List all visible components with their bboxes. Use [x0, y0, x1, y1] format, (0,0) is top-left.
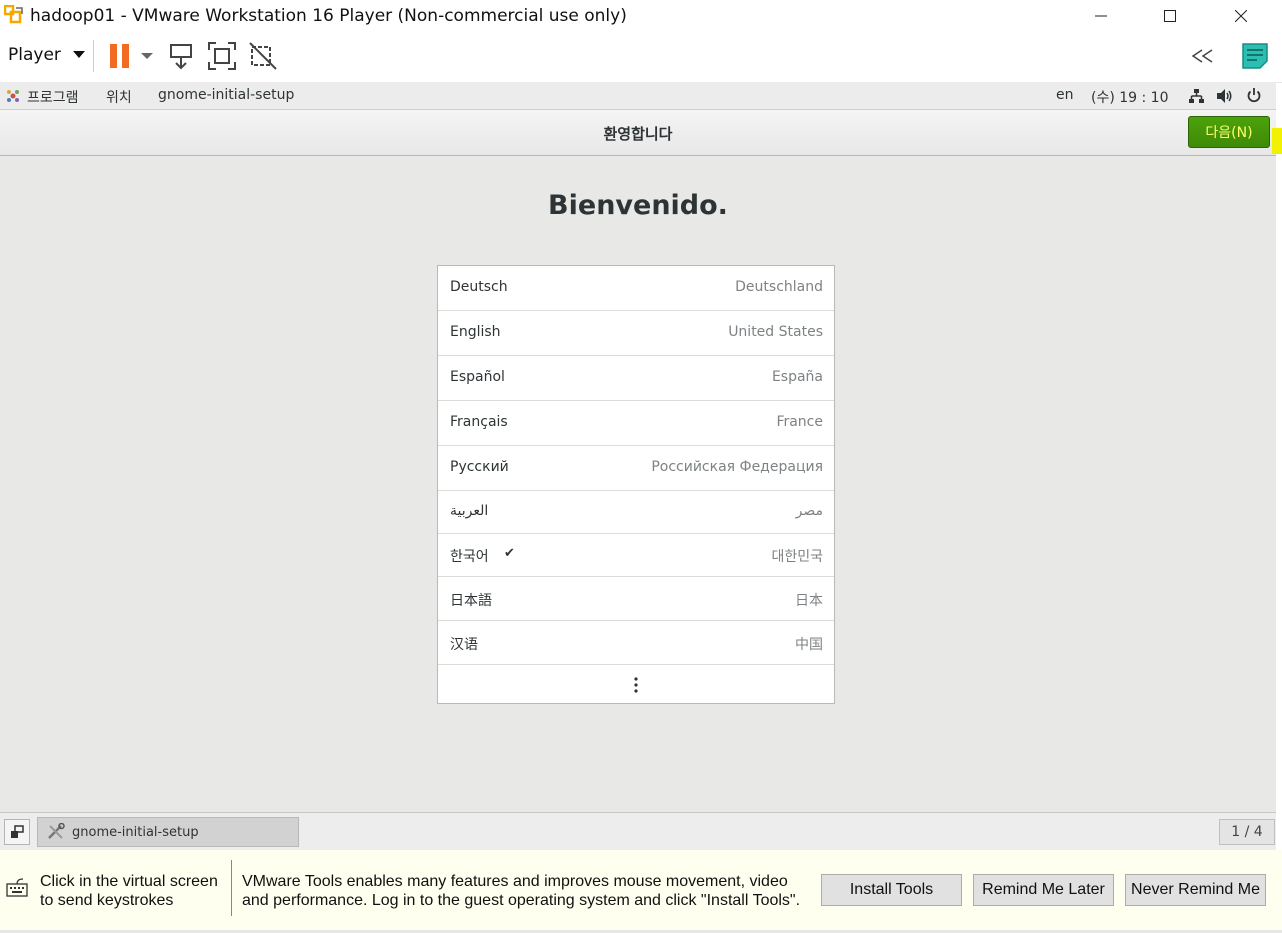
window-titlebar: hadoop01 - VMware Workstation 16 Player …: [0, 0, 1282, 32]
close-icon: [1235, 10, 1247, 22]
full-screen-icon[interactable]: [207, 41, 237, 71]
highlight-marker: [1272, 128, 1282, 154]
language-name: Español: [450, 369, 505, 385]
language-region: España: [771, 369, 823, 385]
dropdown-arrow-icon: [72, 51, 85, 58]
selected-check-icon: ✔: [504, 546, 515, 561]
player-menu[interactable]: Player: [8, 45, 85, 65]
close-button[interactable]: [1218, 0, 1264, 32]
keyboard-mouse-icon: [6, 878, 28, 897]
gnome-top-bar: 프로그램 위치 gnome-initial-setup en (수) 19 : …: [0, 82, 1276, 110]
language-region: 대한민국: [771, 549, 823, 565]
language-row-korean[interactable]: 한국어 ✔ 대한민국: [438, 534, 834, 577]
language-name: 汉语: [450, 637, 478, 653]
language-name: English: [450, 324, 501, 340]
player-menu-label: Player: [8, 45, 61, 65]
vmware-player-icon: [4, 5, 23, 24]
never-remind-me-button[interactable]: Never Remind Me: [1125, 874, 1266, 906]
language-row-arabic[interactable]: العربية مصر: [438, 491, 834, 534]
language-region: 日本: [795, 593, 823, 609]
keystroke-hint: Click in the virtual screen to send keys…: [40, 872, 218, 910]
language-region: مصر: [795, 503, 823, 519]
keystroke-hint-line-2: to send keystrokes: [40, 892, 174, 909]
maximize-button[interactable]: [1147, 0, 1193, 32]
places-menu[interactable]: 위치: [106, 87, 132, 107]
tools-message: VMware Tools enables many features and i…: [242, 872, 800, 910]
minimize-button[interactable]: [1078, 0, 1124, 32]
pause-icon[interactable]: [106, 41, 136, 71]
language-name: Русский: [450, 459, 509, 475]
welcome-page: Bienvenido. Deutsch Deutschland English …: [0, 156, 1276, 812]
send-ctrl-alt-del-icon[interactable]: [167, 41, 197, 71]
workspace-indicator[interactable]: 1 / 4: [1219, 819, 1275, 845]
volume-icon[interactable]: [1216, 88, 1233, 104]
language-region: Российская Федерация: [651, 459, 823, 475]
window-title: hadoop01 - VMware Workstation 16 Player …: [30, 6, 627, 26]
language-name: العربية: [450, 503, 489, 519]
maximize-icon: [1164, 10, 1176, 22]
power-options-dropdown-icon[interactable]: [138, 41, 156, 71]
vmware-tools-notification: Click in the virtual screen to send keys…: [0, 850, 1282, 930]
language-row-francais[interactable]: Français France: [438, 401, 834, 446]
clock[interactable]: (수) 19 : 10: [1091, 87, 1169, 107]
power-icon[interactable]: [1246, 87, 1262, 103]
language-row-espanol[interactable]: Español España: [438, 356, 834, 401]
taskbar-window-label: gnome-initial-setup: [72, 825, 199, 840]
language-name: Français: [450, 414, 508, 430]
language-name: 日本語: [450, 593, 492, 609]
language-region: Deutschland: [735, 279, 823, 295]
language-name: Deutsch: [450, 279, 508, 295]
language-row-russian[interactable]: Русский Российская Федерация: [438, 446, 834, 491]
vmware-toolbar: Player: [0, 32, 1282, 83]
setup-headerbar: 환영합니다: [0, 110, 1276, 156]
taskbar-window-button[interactable]: gnome-initial-setup: [37, 817, 299, 847]
language-row-japanese[interactable]: 日本語 日本: [438, 577, 834, 621]
toolbar-divider: [93, 40, 94, 72]
language-region: United States: [728, 324, 823, 340]
keyboard-layout-indicator[interactable]: en: [1056, 87, 1074, 103]
tools-message-line-2: and performance. Log in to the guest ope…: [242, 892, 801, 909]
page-title: 환영합니다: [603, 125, 673, 143]
notification-divider: [231, 860, 232, 916]
show-desktop-button[interactable]: [4, 819, 30, 845]
language-row-chinese[interactable]: 汉语 中国: [438, 621, 834, 665]
keystroke-hint-line-1: Click in the virtual screen: [40, 873, 218, 890]
minimize-icon: [1095, 15, 1107, 17]
language-row-english[interactable]: English United States: [438, 311, 834, 356]
language-list: Deutsch Deutschland English United State…: [437, 265, 835, 704]
language-region: 中国: [795, 637, 823, 653]
applications-menu-icon: [7, 90, 19, 102]
language-region: France: [776, 414, 823, 430]
install-tools-button[interactable]: Install Tools: [821, 874, 962, 906]
next-button[interactable]: 다음(N): [1188, 116, 1270, 148]
network-icon[interactable]: [1188, 88, 1205, 104]
welcome-heading: Bienvenido.: [548, 190, 728, 221]
language-name: 한국어: [450, 549, 489, 565]
tools-message-line-1: VMware Tools enables many features and i…: [242, 873, 788, 890]
collapse-toolbar-icon[interactable]: [1190, 41, 1218, 71]
show-desktop-icon: [11, 825, 24, 838]
gnome-window-list: gnome-initial-setup 1 / 4: [0, 812, 1276, 850]
more-vertical-icon: [634, 677, 638, 693]
language-row-deutsch[interactable]: Deutsch Deutschland: [438, 266, 834, 311]
unity-mode-icon[interactable]: [248, 41, 278, 71]
applications-menu[interactable]: 프로그램: [27, 87, 79, 107]
app-menu[interactable]: gnome-initial-setup: [158, 87, 294, 103]
setup-tools-icon: [48, 823, 65, 839]
message-log-icon[interactable]: [1241, 41, 1269, 71]
more-languages-button[interactable]: [438, 665, 834, 705]
remind-me-later-button[interactable]: Remind Me Later: [973, 874, 1114, 906]
